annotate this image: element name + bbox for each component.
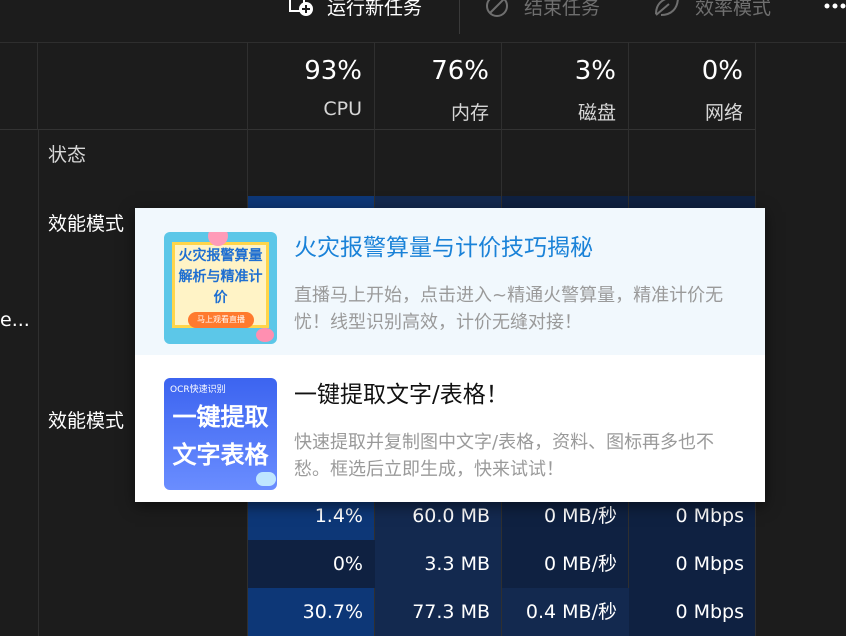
memory-cell: 3.3 MB xyxy=(424,553,490,575)
more-icon xyxy=(824,3,846,9)
disk-column-header[interactable]: 3% 磁盘 xyxy=(502,42,629,130)
ad-thumbnail: 火灾报警算量解析与精准计价 马上观看直播 xyxy=(164,232,277,344)
ad-thumb-text: 火灾报警算量解析与精准计价 xyxy=(178,248,263,306)
efficiency-mode-label: 效率模式 xyxy=(695,0,772,19)
ad-thumbnail: OCR快速识别 一键提取 文字表格 xyxy=(164,378,277,490)
network-cell: 0 Mbps xyxy=(675,601,744,623)
memory-label: 内存 xyxy=(450,102,489,124)
memory-column-header[interactable]: 76% 内存 xyxy=(375,42,502,130)
ad-description: 快速提取并复制图中文字/表格，资料、图标再多也不愁。框选后立即生成，快来试试！ xyxy=(294,432,715,480)
network-label: 网络 xyxy=(704,102,743,124)
ad-card-fire-alarm[interactable]: 火灾报警算量解析与精准计价 马上观看直播 火灾报警算量与计价技巧揭秘 直播马上开… xyxy=(135,208,765,355)
leaf-icon xyxy=(655,0,679,16)
process-name-truncated: e... xyxy=(0,309,30,331)
status-column-header[interactable]: 状态 xyxy=(38,42,248,166)
run-task-icon xyxy=(289,0,313,16)
disk-cell: 0.4 MB/秒 xyxy=(525,601,617,623)
more-options-button[interactable] xyxy=(824,0,846,24)
ad-popup: 火灾报警算量解析与精准计价 马上观看直播 火灾报警算量与计价技巧揭秘 直播马上开… xyxy=(135,208,765,502)
row-status-text: 效能模式 xyxy=(48,410,125,432)
cpu-label: CPU xyxy=(323,98,362,120)
cpu-cell: 30.7% xyxy=(302,601,363,623)
row-status-text: 效能模式 xyxy=(48,213,125,235)
cpu-column-header[interactable]: 93% CPU xyxy=(248,42,375,130)
cpu-cell: 0% xyxy=(332,553,363,575)
end-task-button[interactable]: 结束任务 xyxy=(484,0,600,24)
ad-thumb-line2: 文字表格 xyxy=(172,441,269,469)
disk-cell: 0 MB/秒 xyxy=(544,553,617,575)
disk-percent: 3% xyxy=(574,56,616,86)
ad-card-ocr[interactable]: OCR快速识别 一键提取 文字表格 一键提取文字/表格！ 快速提取并复制图中文字… xyxy=(135,355,765,502)
column-divider xyxy=(38,130,39,636)
network-column-header[interactable]: 0% 网络 xyxy=(629,42,756,130)
run-new-task-button[interactable]: 运行新任务 xyxy=(289,0,422,24)
end-task-label: 结束任务 xyxy=(524,0,601,19)
network-cell: 0 Mbps xyxy=(675,553,744,575)
ad-thumb-subtitle: 马上观看直播 xyxy=(188,312,254,328)
ad-description: 直播马上开始，点击进入~精通火警算量，精准计价无忧！线型识别高效，计价无缝对接！ xyxy=(294,285,724,333)
efficiency-mode-button[interactable]: 效率模式 xyxy=(653,0,771,24)
name-column-header[interactable] xyxy=(0,42,38,130)
ad-thumb-badge: OCR快速识别 xyxy=(170,385,226,395)
ad-title[interactable]: 一键提取文字/表格！ xyxy=(294,375,509,409)
memory-cell: 77.3 MB xyxy=(412,601,490,623)
disk-label: 磁盘 xyxy=(577,102,616,124)
command-bar: 运行新任务 结束任务 效率模式 xyxy=(0,0,846,43)
block-icon xyxy=(486,0,508,17)
run-new-task-label: 运行新任务 xyxy=(327,0,423,19)
network-percent: 0% xyxy=(701,56,743,86)
ad-title[interactable]: 火灾报警算量与计价技巧揭秘 xyxy=(294,228,593,262)
ad-thumb-line1: 一键提取 xyxy=(172,403,269,431)
memory-percent: 76% xyxy=(431,56,489,86)
toolbar-divider xyxy=(459,0,460,34)
cpu-percent: 93% xyxy=(304,56,362,86)
status-header-label: 状态 xyxy=(48,144,87,166)
